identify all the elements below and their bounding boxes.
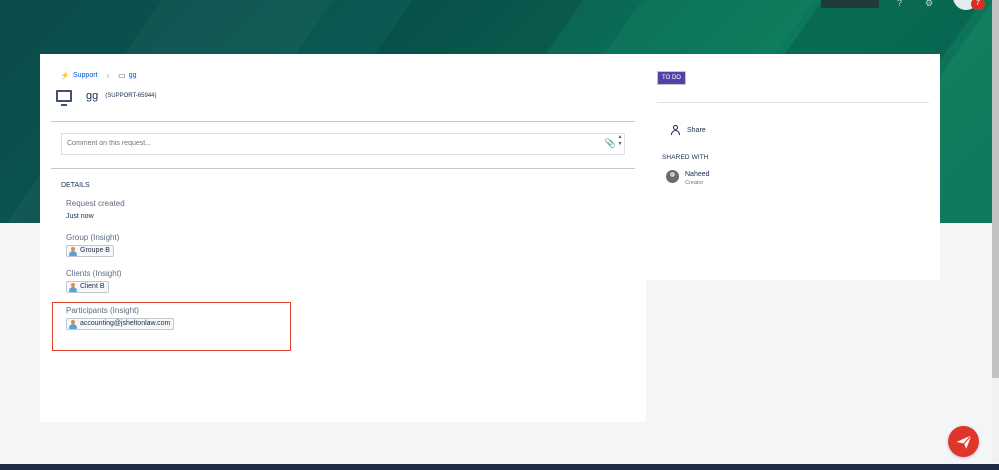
language-selector[interactable] xyxy=(821,0,879,8)
breadcrumb-project-link[interactable]: Support xyxy=(73,72,98,79)
paperclip-icon[interactable]: 📎 xyxy=(605,138,616,149)
user-avatar-menu[interactable]: 7 xyxy=(953,0,985,10)
participants-highlight-box xyxy=(52,302,291,351)
request-title-row: gg (SUPPORT-65944) xyxy=(56,90,157,106)
lightning-icon: ⚡ xyxy=(60,71,70,80)
comment-input[interactable] xyxy=(67,140,587,147)
scrollbar-track[interactable] xyxy=(992,378,999,462)
arrow-up-icon: ▲ xyxy=(617,134,623,140)
request-side-panel: TO DO Share SHARED WITH Naheed Creator xyxy=(646,54,940,280)
avatar xyxy=(666,170,679,183)
issue-key: (SUPPORT-65944) xyxy=(105,93,157,99)
breadcrumb-request-type-link[interactable]: gg xyxy=(129,72,137,79)
shared-with-heading: SHARED WITH xyxy=(662,154,709,161)
share-button[interactable]: Share xyxy=(670,125,706,135)
user-name: Naheed xyxy=(685,171,710,178)
comment-box[interactable]: 📎 ▲ ▼ xyxy=(61,133,625,155)
clients-value: Client B xyxy=(80,283,105,290)
clients-chip[interactable]: Client B xyxy=(66,281,109,293)
person-icon xyxy=(69,282,77,292)
divider xyxy=(51,121,635,122)
divider xyxy=(51,168,635,169)
scrollbar-thumb[interactable] xyxy=(992,0,999,378)
monitor-icon: ▭ xyxy=(118,71,126,80)
divider xyxy=(657,102,929,103)
help-icon[interactable]: ? xyxy=(897,0,907,8)
feedback-fab-button[interactable] xyxy=(948,426,979,457)
notification-badge: 7 xyxy=(971,0,985,10)
request-main-panel: ⚡ Support › ▭ gg gg (SUPPORT-65944) 📎 ▲ … xyxy=(40,54,646,422)
user-role: Creator xyxy=(685,180,704,186)
clients-label: Clients (Insight) xyxy=(66,269,122,278)
breadcrumb: ⚡ Support › ▭ gg xyxy=(60,71,137,80)
details-heading: DETAILS xyxy=(61,182,90,189)
paper-plane-icon xyxy=(956,434,972,449)
topbar-right: ? ⚙ 7 xyxy=(821,0,985,10)
group-value: Groupe B xyxy=(80,247,110,254)
person-icon xyxy=(69,246,77,256)
chevron-right-icon: › xyxy=(106,71,110,80)
share-label: Share xyxy=(687,126,706,134)
shared-user: Naheed Creator xyxy=(666,170,710,187)
textarea-resize-handle[interactable]: ▲ ▼ xyxy=(616,134,624,154)
status-button[interactable]: TO DO xyxy=(657,71,686,85)
person-icon xyxy=(670,125,680,135)
user-text: Naheed Creator xyxy=(685,170,710,187)
request-created-value: Just now xyxy=(66,213,94,220)
taskbar xyxy=(0,464,999,470)
request-created-label: Request created xyxy=(66,199,125,208)
request-title: gg xyxy=(86,90,99,102)
arrow-down-icon: ▼ xyxy=(617,141,623,147)
group-label: Group (Insight) xyxy=(66,233,120,242)
settings-icon[interactable]: ⚙ xyxy=(925,0,935,8)
monitor-icon xyxy=(56,90,72,106)
group-chip[interactable]: Groupe B xyxy=(66,245,114,257)
